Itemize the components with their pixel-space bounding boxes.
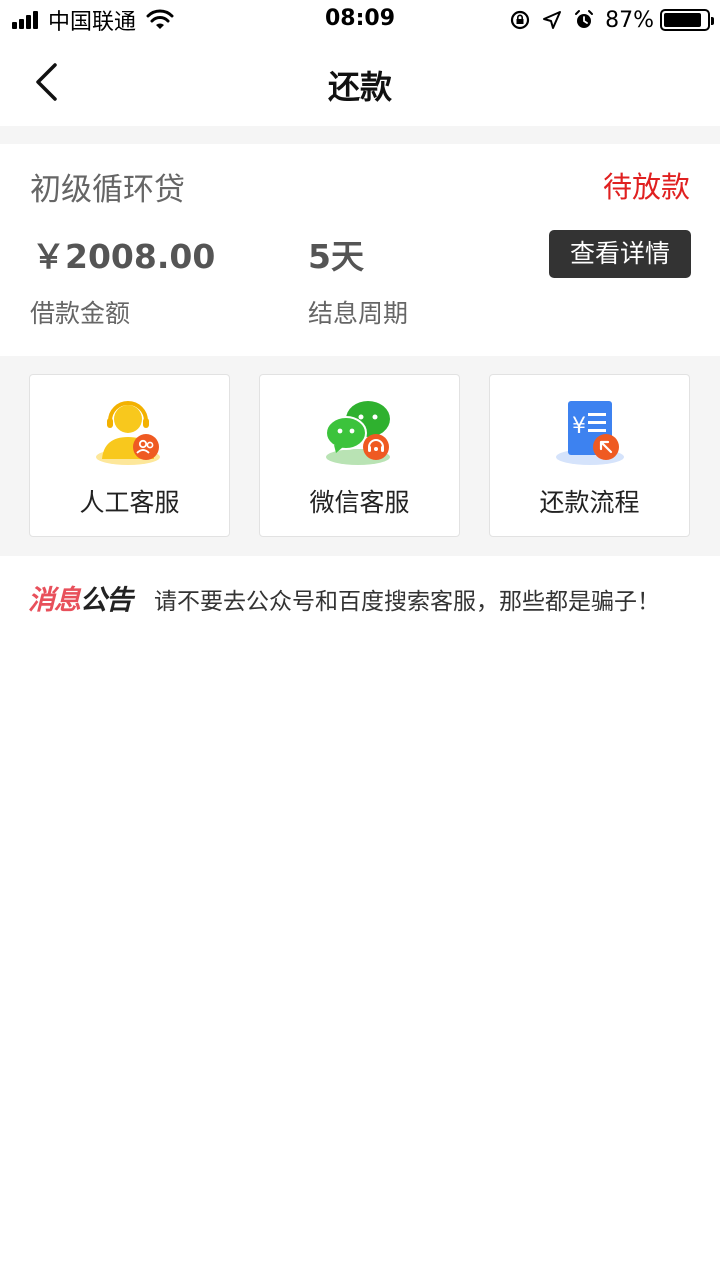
status-right: 87% — [509, 6, 714, 34]
view-details-button[interactable]: 查看详情 — [549, 230, 691, 278]
alarm-icon — [575, 10, 594, 28]
service-repayment-process[interactable]: ¥ 还款流程 — [489, 374, 690, 537]
service-human-support[interactable]: 人工客服 — [29, 374, 230, 537]
loan-period-value: 5天 — [308, 237, 364, 276]
service-label: 人工客服 — [79, 488, 180, 517]
battery-icon — [660, 9, 714, 31]
loan-amount-value: ￥2008.00 — [32, 237, 216, 276]
repayment-document-icon: ¥ — [556, 401, 624, 465]
rotation-lock-icon — [510, 10, 530, 30]
battery-percent: 87% — [605, 7, 654, 33]
customer-service-agent-icon — [96, 401, 160, 465]
announcement-bar[interactable]: 消息公告 请不要去公众号和百度搜索客服，那些都是骗子！ — [0, 556, 720, 636]
section-divider — [0, 126, 720, 144]
announcement-tag-part1: 消息 — [28, 585, 81, 616]
status-bar: 中国联通 08:09 87% — [0, 0, 720, 40]
service-grid: 人工客服 微信客服 ¥ 还款流程 — [0, 356, 720, 556]
service-label: 还款流程 — [539, 488, 640, 517]
page-title: 还款 — [327, 68, 392, 106]
loan-status-badge: 待放款 — [602, 170, 690, 204]
wechat-icon — [325, 401, 390, 465]
loan-product-name: 初级循环贷 — [30, 172, 185, 208]
loan-period-label: 结息周期 — [308, 299, 409, 328]
loan-amount-label: 借款金额 — [30, 299, 131, 328]
service-label: 微信客服 — [309, 488, 410, 517]
location-arrow-icon — [543, 11, 562, 29]
loan-card: 初级循环贷 待放款 ￥2008.00 5天 借款金额 结息周期 查看详情 — [0, 144, 720, 356]
service-wechat-support[interactable]: 微信客服 — [259, 374, 460, 537]
announcement-text: 请不要去公众号和百度搜索客服，那些都是骗子！ — [154, 589, 660, 615]
announcement-tag: 消息公告 — [28, 578, 133, 617]
nav-bar: 还款 — [0, 40, 720, 126]
announcement-tag-part2: 公告 — [80, 585, 133, 616]
svg-text:¥: ¥ — [572, 414, 586, 439]
battery-fill — [664, 13, 701, 27]
